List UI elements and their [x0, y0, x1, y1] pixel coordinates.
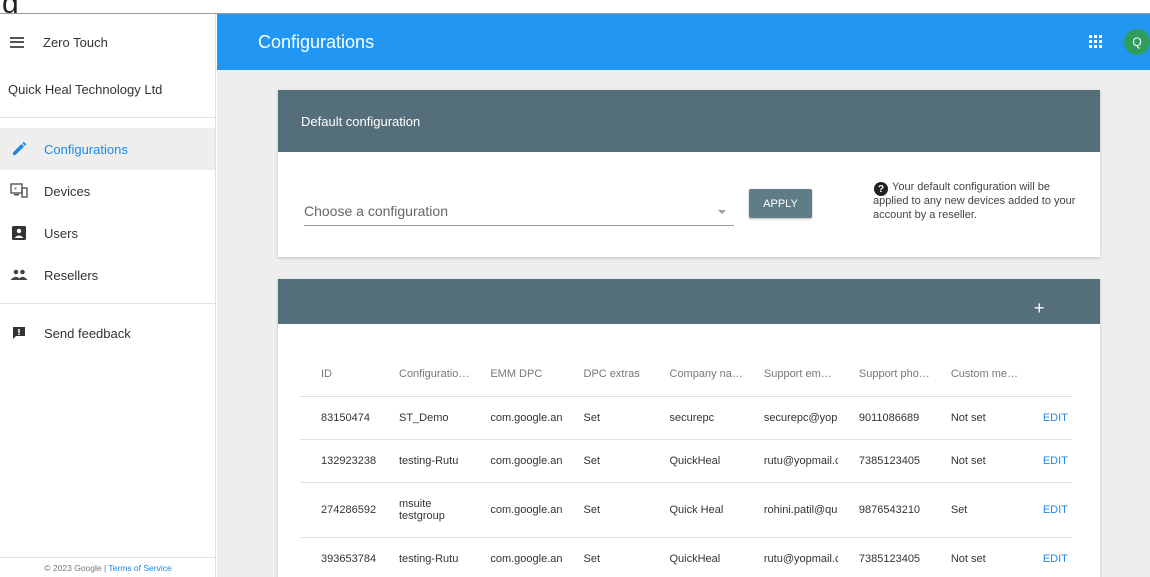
- edit-button[interactable]: EDIT: [1021, 481, 1072, 537]
- column-header-configuration[interactable]: Configuratio…: [378, 353, 469, 396]
- column-header-emm-dpc[interactable]: EMM DPC: [469, 353, 562, 396]
- chevron-down-icon: [718, 210, 726, 214]
- cell-dpc-extras: Set: [562, 536, 649, 577]
- column-header-custom-message[interactable]: Custom me…: [930, 353, 1022, 396]
- configurations-table-card: + ID Configuratio… EMM DPC DPC extras Co…: [278, 279, 1100, 577]
- edit-button[interactable]: EDIT: [1021, 438, 1072, 482]
- configuration-select[interactable]: Choose a configuration: [304, 200, 734, 226]
- user-icon: [10, 224, 28, 242]
- cell-configuration-name: testing-Rutu: [378, 438, 470, 482]
- cell-custom-message: Not set: [929, 395, 1022, 439]
- organization-name: Quick Heal Technology Ltd: [0, 70, 215, 118]
- app-bar: Configurations Q: [217, 14, 1150, 70]
- default-configuration-help: Your default configuration will be appli…: [873, 181, 1076, 221]
- sidebar-item-configurations[interactable]: Configurations: [0, 128, 215, 170]
- cell-support-phone: 7385123405: [837, 438, 930, 482]
- devices-icon: *: [10, 182, 28, 200]
- sidebar-item-label: Send feedback: [44, 325, 131, 341]
- cell-emm-dpc: com.google.an: [469, 536, 563, 577]
- cell-id: 393653784: [300, 536, 378, 577]
- cell-dpc-extras: Set: [562, 438, 649, 482]
- table-row[interactable]: 83150474 ST_Demo com.google.an Set secur…: [300, 395, 1072, 439]
- add-configuration-button[interactable]: +: [1034, 299, 1045, 317]
- column-header-dpc-extras[interactable]: DPC extras: [563, 353, 649, 396]
- sidebar-item-send-feedback[interactable]: Send feedback: [0, 312, 215, 354]
- copyright-text: © 2023 Google |: [44, 563, 109, 573]
- configuration-select-placeholder: Choose a configuration: [304, 203, 448, 219]
- configurations-table-header: +: [278, 279, 1100, 324]
- cell-id: 132923238: [300, 438, 378, 482]
- apply-button[interactable]: APPLY: [749, 189, 812, 218]
- cell-support-email: rutu@yopmail.c: [742, 438, 838, 482]
- avatar[interactable]: Q: [1124, 29, 1150, 55]
- cell-company-name: QuickHeal: [648, 536, 743, 577]
- sidebar-item-resellers[interactable]: Resellers: [0, 254, 215, 296]
- apps-grid-icon[interactable]: [1089, 35, 1103, 49]
- cell-support-email: rohini.patil@qu: [742, 481, 838, 537]
- sidebar-item-label: Users: [44, 225, 78, 241]
- cell-support-phone: 9876543210: [837, 481, 930, 537]
- cell-company-name: Quick Heal: [648, 481, 743, 537]
- sidebar-item-label: Devices: [44, 183, 91, 199]
- sidebar-item-devices[interactable]: * Devices: [0, 170, 215, 212]
- sidebar-footer: © 2023 Google | Terms of Service: [0, 557, 216, 577]
- column-header-support-phone[interactable]: Support pho…: [838, 353, 930, 396]
- app-title: Zero Touch: [43, 34, 108, 50]
- column-header-company-name[interactable]: Company na…: [649, 353, 743, 396]
- menu-icon[interactable]: [10, 36, 24, 48]
- sidebar-item-label: Resellers: [44, 267, 99, 283]
- cell-support-email: securepc@yopr: [742, 395, 838, 439]
- cell-id: 83150474: [300, 395, 378, 439]
- table-row[interactable]: 132923238 testing-Rutu com.google.an Set…: [300, 438, 1072, 482]
- cell-custom-message: Set: [929, 481, 1022, 537]
- pencil-icon: [10, 140, 28, 158]
- table-header-row: ID Configuratio… EMM DPC DPC extras Comp…: [300, 353, 1072, 396]
- sidebar-item-users[interactable]: Users: [0, 212, 215, 254]
- configurations-table: ID Configuratio… EMM DPC DPC extras Comp…: [300, 353, 1072, 577]
- cell-configuration-name: msuite testgroup: [378, 481, 470, 537]
- page-title: Configurations: [258, 32, 375, 52]
- cell-id: 274286592: [300, 481, 378, 537]
- svg-text:*: *: [14, 187, 17, 194]
- cell-support-email: rutu@yopmail.c: [742, 536, 838, 577]
- cell-dpc-extras: Set: [562, 481, 649, 537]
- screen: g Zero Touch Quick Heal Technology Ltd C…: [0, 0, 1150, 577]
- cell-configuration-name: ST_Demo: [378, 395, 470, 439]
- cell-dpc-extras: Set: [562, 395, 649, 439]
- cell-emm-dpc: com.google.an: [469, 481, 563, 537]
- default-configuration-card: Default configuration Choose a configura…: [278, 90, 1100, 257]
- people-icon: [10, 266, 28, 284]
- cell-emm-dpc: com.google.an: [469, 395, 563, 439]
- column-header-id[interactable]: ID: [300, 353, 378, 396]
- column-header-actions: [1022, 353, 1072, 396]
- cell-configuration-name: testing-Rutu: [378, 536, 470, 577]
- default-configuration-heading: Default configuration: [278, 90, 1100, 152]
- cell-support-phone: 7385123405: [837, 536, 930, 577]
- main-content: Default configuration Choose a configura…: [217, 70, 1150, 577]
- sidebar-item-label: Configurations: [44, 141, 128, 157]
- table-row[interactable]: 274286592 msuite testgroup com.google.an…: [300, 481, 1072, 537]
- cell-custom-message: Not set: [929, 536, 1022, 577]
- edit-button[interactable]: EDIT: [1021, 536, 1072, 577]
- column-header-support-email[interactable]: Support em…: [743, 353, 838, 396]
- cell-company-name: QuickHeal: [648, 438, 743, 482]
- sidebar-header: Zero Touch: [0, 14, 215, 70]
- terms-of-service-link[interactable]: Terms of Service: [108, 563, 171, 573]
- cell-emm-dpc: com.google.an: [469, 438, 563, 482]
- cell-support-phone: 9011086689: [837, 395, 930, 439]
- cell-custom-message: Not set: [929, 438, 1022, 482]
- sidebar-nav: Configurations * Devices Users Resellers: [0, 118, 215, 354]
- table-row[interactable]: 393653784 testing-Rutu com.google.an Set…: [300, 536, 1072, 577]
- cell-company-name: securepc: [648, 395, 743, 439]
- window-top-strip: g: [0, 0, 1150, 20]
- edit-button[interactable]: EDIT: [1021, 395, 1072, 439]
- nav-divider: [0, 303, 215, 304]
- sidebar: Zero Touch Quick Heal Technology Ltd Con…: [0, 14, 216, 577]
- feedback-icon: [10, 324, 28, 342]
